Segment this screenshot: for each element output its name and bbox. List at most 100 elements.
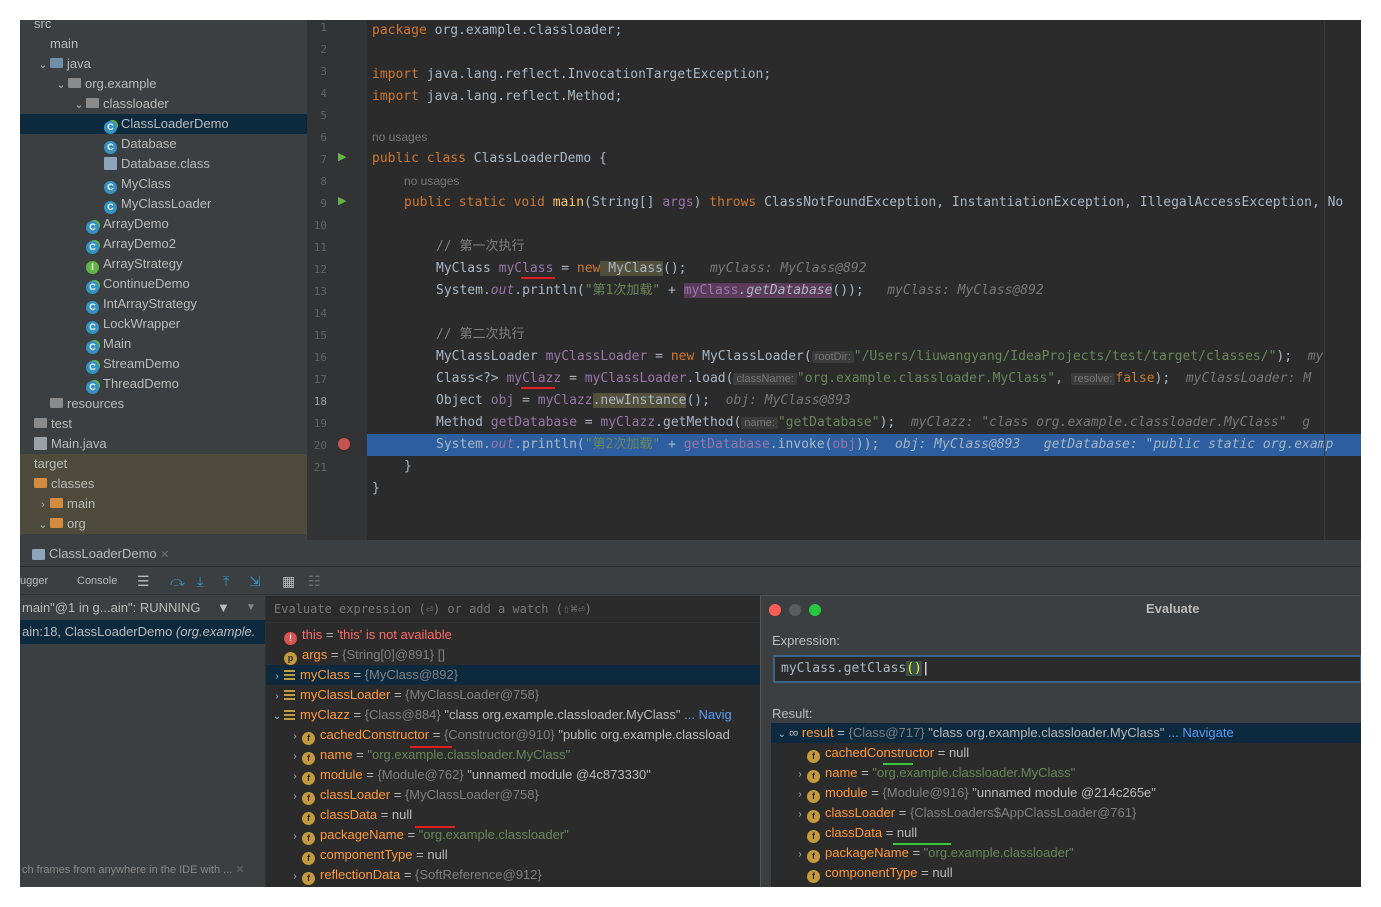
tree-item[interactable]: C Database — [20, 134, 307, 154]
tree-item[interactable]: ⌄ java — [20, 54, 307, 74]
tree-item[interactable]: C ArrayDemo — [20, 214, 307, 234]
filter-icon[interactable]: ▼ — [217, 596, 230, 620]
step-out-icon[interactable]: ⤒ — [223, 567, 229, 595]
variable-row[interactable]: f componentType = null — [771, 863, 1361, 883]
chevron-down-icon[interactable]: ▼ — [246, 596, 256, 620]
variable-row[interactable]: › f classLoader = {MyClassLoader@758} — [266, 785, 761, 805]
tree-item[interactable]: Database.class — [20, 154, 307, 174]
navigate-link[interactable]: ... Navig — [680, 707, 732, 722]
tree-item[interactable]: target — [20, 454, 307, 474]
variable-row[interactable]: › f packageName = "org.example.classloader… — [771, 843, 1361, 863]
tab-debugger[interactable]: ugger — [20, 567, 48, 595]
tree-item[interactable]: C MyClassLoader — [20, 194, 307, 214]
layout-icon[interactable]: ☰ — [137, 567, 150, 595]
trace-icon[interactable]: ☷ — [308, 567, 321, 595]
tree-item[interactable]: test — [20, 414, 307, 434]
variable-row[interactable]: f classData = null — [771, 823, 1361, 843]
run-to-cursor-icon[interactable]: ⇲ — [249, 567, 261, 595]
variable-value: {Class@717} — [848, 725, 929, 740]
code-line-18-current: System.out.println("第2次加载" + getDatabase… — [367, 434, 1361, 456]
close-tab-icon[interactable]: ✕ — [160, 549, 169, 561]
tree-item-label: Main — [103, 336, 132, 351]
tree-item[interactable]: C LockWrapper — [20, 314, 307, 334]
variable-row[interactable]: › f name = "org.example.classloader.MyClas… — [771, 763, 1361, 783]
chevron-right-icon[interactable]: › — [288, 827, 302, 847]
variable-row[interactable]: › f module = {Module@916} "unnamed module … — [771, 783, 1361, 803]
evaluate-icon[interactable]: ▦ — [282, 567, 295, 595]
chevron-down-icon[interactable]: ⌄ — [36, 55, 50, 75]
variable-row[interactable]: ⌄ ∞ result = {Class@717} "class org.examp… — [771, 723, 1361, 743]
chevron-right-icon[interactable]: › — [36, 495, 50, 515]
tree-item[interactable]: C ContinueDemo — [20, 274, 307, 294]
navigate-link[interactable]: ... Navigate — [1164, 725, 1234, 740]
chevron-down-icon[interactable]: ⌄ — [775, 725, 789, 745]
evaluate-expression-input[interactable]: Evaluate expression (⏎) or add a watch (… — [266, 596, 761, 623]
chevron-down-icon[interactable]: ⌄ — [54, 75, 68, 95]
tree-item[interactable]: › main — [20, 494, 307, 514]
run-gutter-icon[interactable]: ▶ — [338, 150, 346, 163]
variable-value: {MyClassLoader@758} — [405, 687, 540, 702]
expression-input[interactable]: myClass.getClass()| — [773, 655, 1361, 683]
result-tree[interactable]: ⌄ ∞ result = {Class@717} "class org.examp… — [771, 723, 1361, 887]
chevron-right-icon[interactable]: › — [288, 727, 302, 747]
variable-row[interactable]: › f reflectionData = {SoftReference@912} — [266, 865, 761, 885]
zoom-window-button[interactable] — [809, 604, 821, 616]
variable-row[interactable]: ⌄ myClazz = {Class@884} "class org.exampl… — [266, 705, 761, 725]
run-gutter-icon[interactable]: ▶ — [338, 194, 346, 207]
tree-item[interactable]: C StreamDemo — [20, 354, 307, 374]
chevron-down-icon[interactable]: ⌄ — [270, 707, 284, 727]
close-hint-icon[interactable]: ✕ — [235, 864, 244, 876]
minimize-window-button[interactable] — [789, 604, 801, 616]
project-tree[interactable]: src main ⌄ java ⌄ org.example ⌄ classloader C Cla… — [20, 20, 307, 540]
tree-item[interactable]: ⌄ org — [20, 514, 307, 534]
chevron-down-icon[interactable]: ⌄ — [36, 515, 50, 535]
chevron-right-icon[interactable]: › — [270, 667, 284, 687]
variable-row[interactable]: f cachedConstructor = null — [771, 743, 1361, 763]
chevron-right-icon[interactable]: › — [288, 867, 302, 887]
chevron-right-icon[interactable]: › — [793, 805, 807, 825]
variable-row[interactable]: › f cachedConstructor = {Constructor@910} … — [266, 725, 761, 745]
tree-item[interactable]: C Main — [20, 334, 307, 354]
tree-item[interactable]: Main.java — [20, 434, 307, 454]
close-window-button[interactable] — [769, 604, 781, 616]
tree-item[interactable]: C ArrayDemo2 — [20, 234, 307, 254]
tree-item[interactable]: C MyClass — [20, 174, 307, 194]
breakpoint-icon[interactable] — [338, 438, 350, 450]
stack-frame-item[interactable]: ain:18, ClassLoaderDemo (org.example. — [20, 620, 265, 644]
thread-selector[interactable]: main"@1 in g...ain": RUNNING ▼ ▼ — [20, 596, 265, 620]
tab-console[interactable]: Console — [77, 567, 117, 595]
variable-row[interactable]: › f name = "org.example.classloader.MyClas… — [266, 745, 761, 765]
chevron-right-icon[interactable]: › — [793, 765, 807, 785]
variable-row[interactable]: › myClassLoader = {MyClassLoader@758} — [266, 685, 761, 705]
chevron-right-icon[interactable]: › — [288, 787, 302, 807]
tree-item[interactable]: C ClassLoaderDemo — [20, 114, 307, 134]
tree-item[interactable]: I ArrayStrategy — [20, 254, 307, 274]
tree-item[interactable]: ⌄ org.example — [20, 74, 307, 94]
chevron-down-icon[interactable]: ⌄ — [72, 95, 86, 115]
variable-row[interactable]: › f module = {Module@762} "unnamed module … — [266, 765, 761, 785]
tree-item[interactable]: resources — [20, 394, 307, 414]
variable-row[interactable]: p args = {String[0]@891} [] — [266, 645, 761, 665]
chevron-right-icon[interactable]: › — [270, 687, 284, 707]
variable-row[interactable]: › f packageName = "org.example.classloader… — [266, 825, 761, 845]
tree-item[interactable]: ⌄ classloader — [20, 94, 307, 114]
debug-session-tab[interactable]: ClassLoaderDemo ✕ — [28, 542, 174, 569]
tree-item[interactable]: classes — [20, 474, 307, 494]
variable-row[interactable]: › myClass = {MyClass@892} — [266, 665, 761, 685]
tree-item[interactable]: main — [20, 34, 307, 54]
chevron-right-icon[interactable]: › — [288, 767, 302, 787]
step-into-icon[interactable]: ⤓ — [197, 567, 203, 595]
variable-row[interactable]: f classData = null — [266, 805, 761, 825]
chevron-right-icon[interactable]: › — [793, 785, 807, 805]
variable-row[interactable]: f componentType = null — [266, 845, 761, 865]
line-number: 9 — [320, 197, 327, 210]
chevron-right-icon[interactable]: › — [288, 747, 302, 767]
tree-item[interactable]: C ThreadDemo — [20, 374, 307, 394]
variable-row[interactable]: ! this = 'this' is not available — [266, 625, 761, 645]
chevron-right-icon[interactable]: › — [793, 845, 807, 865]
tree-item[interactable]: src — [20, 20, 307, 34]
code-editor[interactable]: package org.example.classloader; import … — [367, 20, 1361, 540]
tree-item[interactable]: C IntArrayStrategy — [20, 294, 307, 314]
variable-row[interactable]: › f classLoader = {ClassLoaders$AppClassLo… — [771, 803, 1361, 823]
step-over-icon[interactable]: ⤼ — [170, 567, 185, 595]
